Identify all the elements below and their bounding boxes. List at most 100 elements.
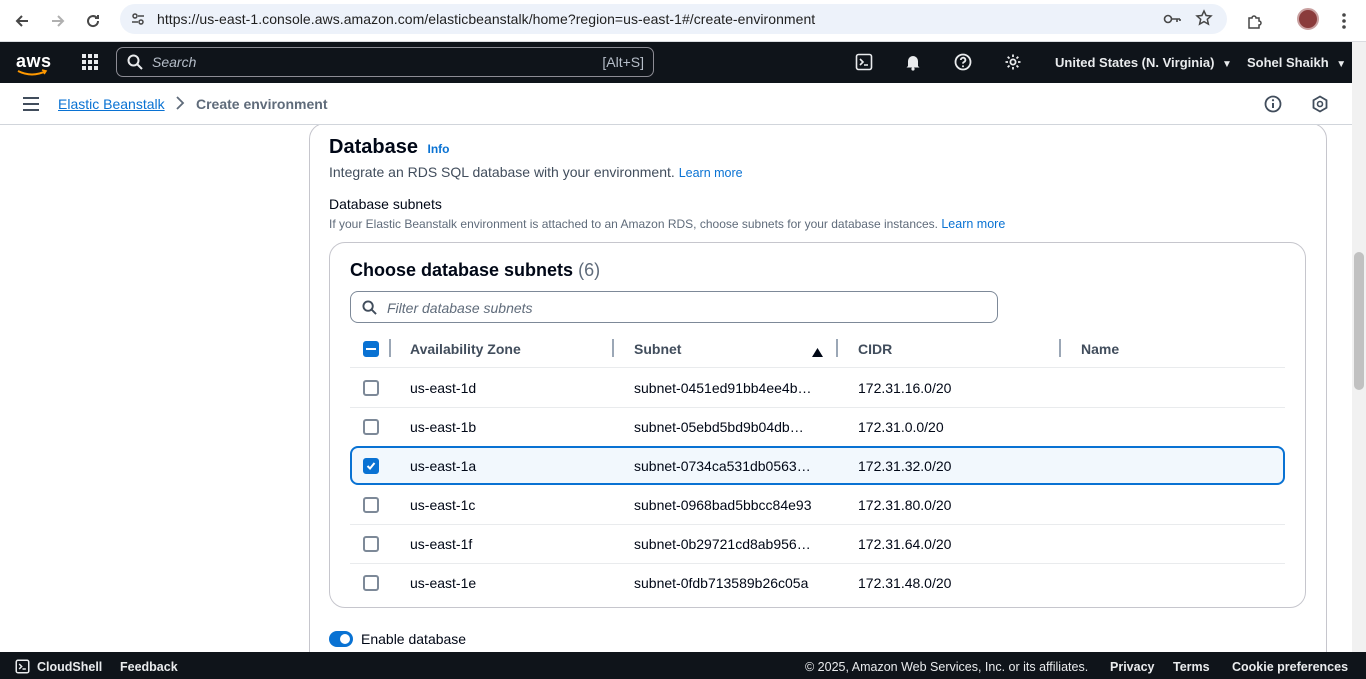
cell-az: us-east-1c (410, 497, 476, 513)
cell-subnet: subnet-0451ed91bb4ee4b… (634, 380, 812, 396)
cell-subnet: subnet-05ebd5bd9b04db… (634, 419, 804, 435)
cookie-preferences-link[interactable]: Cookie preferences (1232, 660, 1348, 674)
column-divider (612, 339, 614, 357)
row-checkbox[interactable] (363, 536, 379, 552)
cell-az: us-east-1b (410, 419, 477, 435)
hamburger-menu-icon[interactable] (22, 96, 40, 117)
toggle-knob (340, 634, 350, 644)
cell-az: us-east-1e (410, 575, 477, 591)
page-scrollbar[interactable] (1352, 42, 1366, 652)
services-grid-icon[interactable] (79, 51, 101, 73)
feedback-hexagon-icon[interactable] (1311, 95, 1329, 118)
browser-menu-icon[interactable] (1330, 7, 1358, 35)
cloudshell-icon[interactable] (15, 659, 30, 679)
table-row[interactable]: us-east-1d subnet-0451ed91bb4ee4b… 172.3… (350, 368, 1285, 407)
privacy-link[interactable]: Privacy (1110, 660, 1154, 674)
password-key-icon[interactable] (1162, 10, 1182, 33)
aws-top-navigation: aws Search [Alt+S] United States (N. Vir… (0, 42, 1352, 83)
cell-az: us-east-1d (410, 380, 477, 396)
row-checkbox-checked[interactable] (363, 458, 379, 474)
database-subnets-label: Database subnets (329, 196, 442, 212)
cell-cidr: 172.31.64.0/20 (858, 536, 952, 552)
address-bar[interactable]: https://us-east-1.console.aws.amazon.com… (120, 4, 1227, 34)
caret-down-icon: ▼ (1336, 59, 1347, 70)
cell-az: us-east-1f (410, 536, 473, 552)
copyright-text: © 2025, Amazon Web Services, Inc. or its… (805, 660, 1089, 674)
column-divider (389, 339, 391, 357)
breadcrumb-current: Create environment (196, 96, 328, 112)
search-input[interactable]: Search [Alt+S] (116, 47, 654, 77)
subnets-table: Choose database subnets (6) Filter datab… (329, 242, 1306, 608)
url-text: https://us-east-1.console.aws.amazon.com… (157, 11, 816, 27)
cell-subnet: subnet-0734ca531db0563… (634, 458, 811, 474)
help-icon[interactable] (952, 51, 974, 73)
table-row[interactable]: us-east-1c subnet-0968bad5bbcc84e93 172.… (350, 485, 1285, 524)
browser-toolbar: https://us-east-1.console.aws.amazon.com… (0, 0, 1366, 42)
column-divider (836, 339, 838, 357)
table-row-selected[interactable]: us-east-1a subnet-0734ca531db0563… 172.3… (350, 446, 1285, 485)
cell-az: us-east-1a (410, 458, 477, 474)
cell-cidr: 172.31.48.0/20 (858, 575, 952, 591)
table-count: (6) (578, 260, 601, 280)
search-placeholder: Search (152, 54, 197, 70)
forward-icon[interactable] (44, 7, 72, 35)
column-divider (1059, 339, 1061, 357)
enable-database-toggle[interactable] (329, 631, 353, 647)
back-icon[interactable] (8, 7, 36, 35)
terms-link[interactable]: Terms (1173, 660, 1210, 674)
search-icon (362, 300, 377, 320)
notifications-bell-icon[interactable] (902, 51, 924, 73)
search-shortcut: [Alt+S] (602, 54, 644, 70)
column-header-cidr[interactable]: CIDR (858, 341, 892, 357)
subnets-learn-more-link[interactable]: Learn more (941, 217, 1005, 231)
column-header-name[interactable]: Name (1081, 341, 1119, 357)
search-icon (127, 54, 143, 75)
filter-placeholder: Filter database subnets (387, 300, 533, 316)
filter-subnets-input[interactable]: Filter database subnets (350, 291, 998, 323)
database-heading: Database Info (329, 136, 450, 158)
cell-cidr: 172.31.0.0/20 (858, 419, 944, 435)
site-settings-icon[interactable] (130, 11, 146, 32)
cloudshell-link[interactable]: CloudShell (37, 660, 102, 674)
table-row[interactable]: us-east-1b subnet-05ebd5bd9b04db… 172.31… (350, 407, 1285, 446)
database-subnets-description: If your Elastic Beanstalk environment is… (329, 217, 1006, 231)
region-selector[interactable]: United States (N. Virginia) ▼ (1055, 55, 1232, 70)
table-row[interactable]: us-east-1f subnet-0b29721cd8ab956… 172.3… (350, 524, 1285, 563)
aws-logo[interactable]: aws (16, 51, 52, 76)
enable-database-label: Enable database (361, 631, 467, 647)
breadcrumb-link-elastic-beanstalk[interactable]: Elastic Beanstalk (58, 96, 165, 112)
column-header-subnet[interactable]: Subnet (634, 341, 681, 357)
cloudshell-icon[interactable] (853, 51, 875, 73)
database-description: Integrate an RDS SQL database with your … (329, 164, 743, 180)
cell-subnet: subnet-0968bad5bbcc84e93 (634, 497, 812, 513)
caret-down-icon: ▼ (1222, 59, 1232, 70)
learn-more-link[interactable]: Learn more (679, 166, 743, 180)
info-panel-icon[interactable] (1264, 95, 1282, 118)
settings-gear-icon[interactable] (1002, 51, 1024, 73)
scrollbar-thumb[interactable] (1354, 252, 1364, 390)
select-all-checkbox[interactable] (363, 341, 379, 357)
reload-icon[interactable] (79, 7, 107, 35)
table-title: Choose database subnets (6) (350, 260, 601, 280)
info-link[interactable]: Info (428, 142, 450, 156)
feedback-link[interactable]: Feedback (120, 660, 178, 674)
row-checkbox[interactable] (363, 575, 379, 591)
row-checkbox[interactable] (363, 497, 379, 513)
cell-subnet: subnet-0b29721cd8ab956… (634, 536, 811, 552)
sort-ascending-icon[interactable] (812, 344, 823, 362)
chevron-right-icon (175, 95, 185, 116)
breadcrumb-bar: Elastic Beanstalk Create environment (0, 83, 1352, 125)
row-checkbox[interactable] (363, 419, 379, 435)
cell-subnet: subnet-0fdb713589b26c05a (634, 575, 809, 591)
row-checkbox[interactable] (363, 380, 379, 396)
profile-avatar[interactable] (1297, 8, 1319, 30)
cell-cidr: 172.31.80.0/20 (858, 497, 952, 513)
main-content: Database Info Integrate an RDS SQL datab… (0, 125, 1352, 652)
bookmark-star-icon[interactable] (1195, 9, 1213, 32)
account-menu[interactable]: Sohel Shaikh ▼ (1247, 55, 1346, 70)
column-header-availability-zone[interactable]: Availability Zone (410, 341, 521, 357)
cell-cidr: 172.31.16.0/20 (858, 380, 952, 396)
cell-cidr: 172.31.32.0/20 (858, 458, 952, 474)
table-row[interactable]: us-east-1e subnet-0fdb713589b26c05a 172.… (350, 563, 1285, 602)
extensions-icon[interactable] (1241, 7, 1269, 35)
